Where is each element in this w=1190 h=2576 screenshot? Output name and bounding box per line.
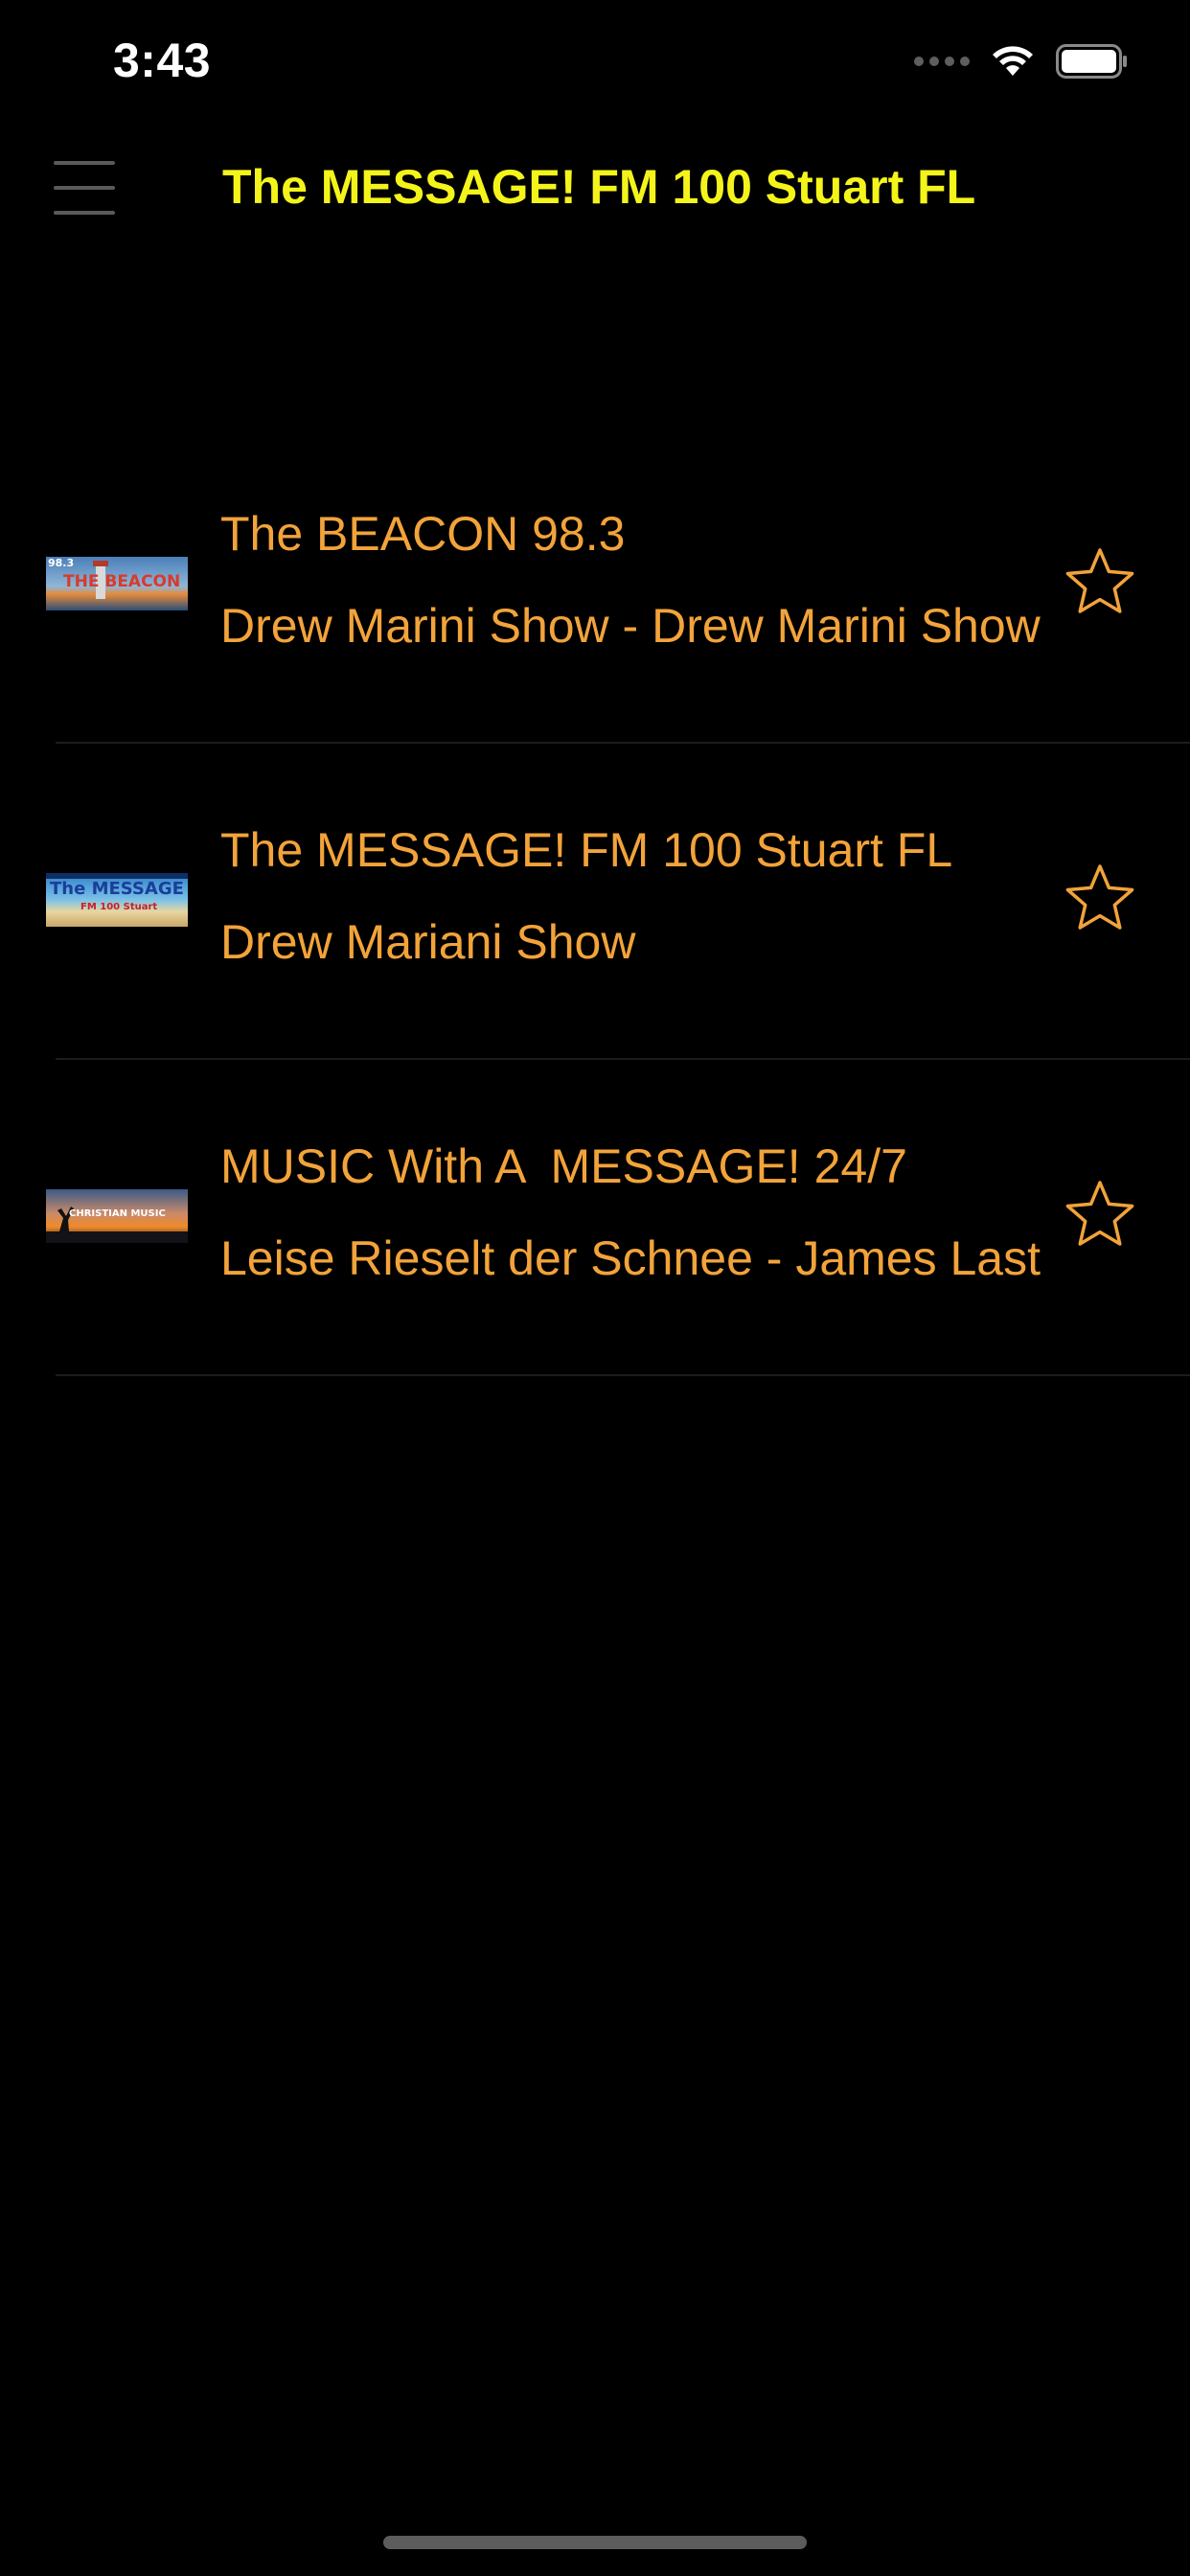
station-row[interactable]: CHRISTIAN MUSIC MUSIC With A MESSAGE! 24…	[0, 1060, 1190, 1376]
logo-text: THE BEACON	[63, 572, 181, 591]
logo-badge: 98.3	[48, 557, 75, 569]
station-row[interactable]: 98.3 THE BEACON The BEACON 98.3 Drew Mar…	[0, 427, 1190, 744]
station-name: MUSIC With A MESSAGE! 24/7	[220, 1139, 907, 1193]
star-outline-icon[interactable]	[1065, 1179, 1134, 1248]
home-indicator[interactable]	[383, 2536, 807, 2549]
status-time: 3:43	[113, 34, 212, 87]
station-logo-beacon: 98.3 THE BEACON	[46, 557, 188, 610]
logo-text: The MESSAGE	[50, 879, 184, 899]
status-indicators	[914, 42, 1129, 80]
logo-text: CHRISTIAN MUSIC	[69, 1208, 166, 1219]
station-now-playing: Drew Marini Show - Drew Marini Show	[220, 599, 1041, 653]
star-outline-icon[interactable]	[1065, 546, 1134, 615]
station-list: 98.3 THE BEACON The BEACON 98.3 Drew Mar…	[0, 427, 1190, 1376]
station-logo-message: The MESSAGE FM 100 Stuart	[46, 873, 188, 927]
station-name: The BEACON 98.3	[220, 507, 626, 561]
row-divider	[56, 1374, 1190, 1376]
page-title: The MESSAGE! FM 100 Stuart FL	[222, 160, 976, 214]
battery-icon	[1056, 44, 1129, 79]
logo-badge: FM 100 Stuart	[80, 902, 158, 912]
station-now-playing: Drew Mariani Show	[220, 915, 636, 969]
star-outline-icon[interactable]	[1065, 862, 1134, 932]
station-name: The MESSAGE! FM 100 Stuart FL	[220, 823, 953, 877]
status-bar: 3:43	[0, 0, 1190, 134]
nav-header: The MESSAGE! FM 100 Stuart FL	[0, 134, 1190, 249]
station-row[interactable]: The MESSAGE FM 100 Stuart The MESSAGE! F…	[0, 744, 1190, 1060]
station-logo-christian-music: CHRISTIAN MUSIC	[46, 1189, 188, 1243]
cellular-signal-icon	[914, 57, 970, 66]
station-now-playing: Leise Rieselt der Schnee - James Last	[220, 1231, 1041, 1285]
wifi-icon	[991, 45, 1035, 78]
hamburger-menu-icon[interactable]	[54, 157, 115, 218]
